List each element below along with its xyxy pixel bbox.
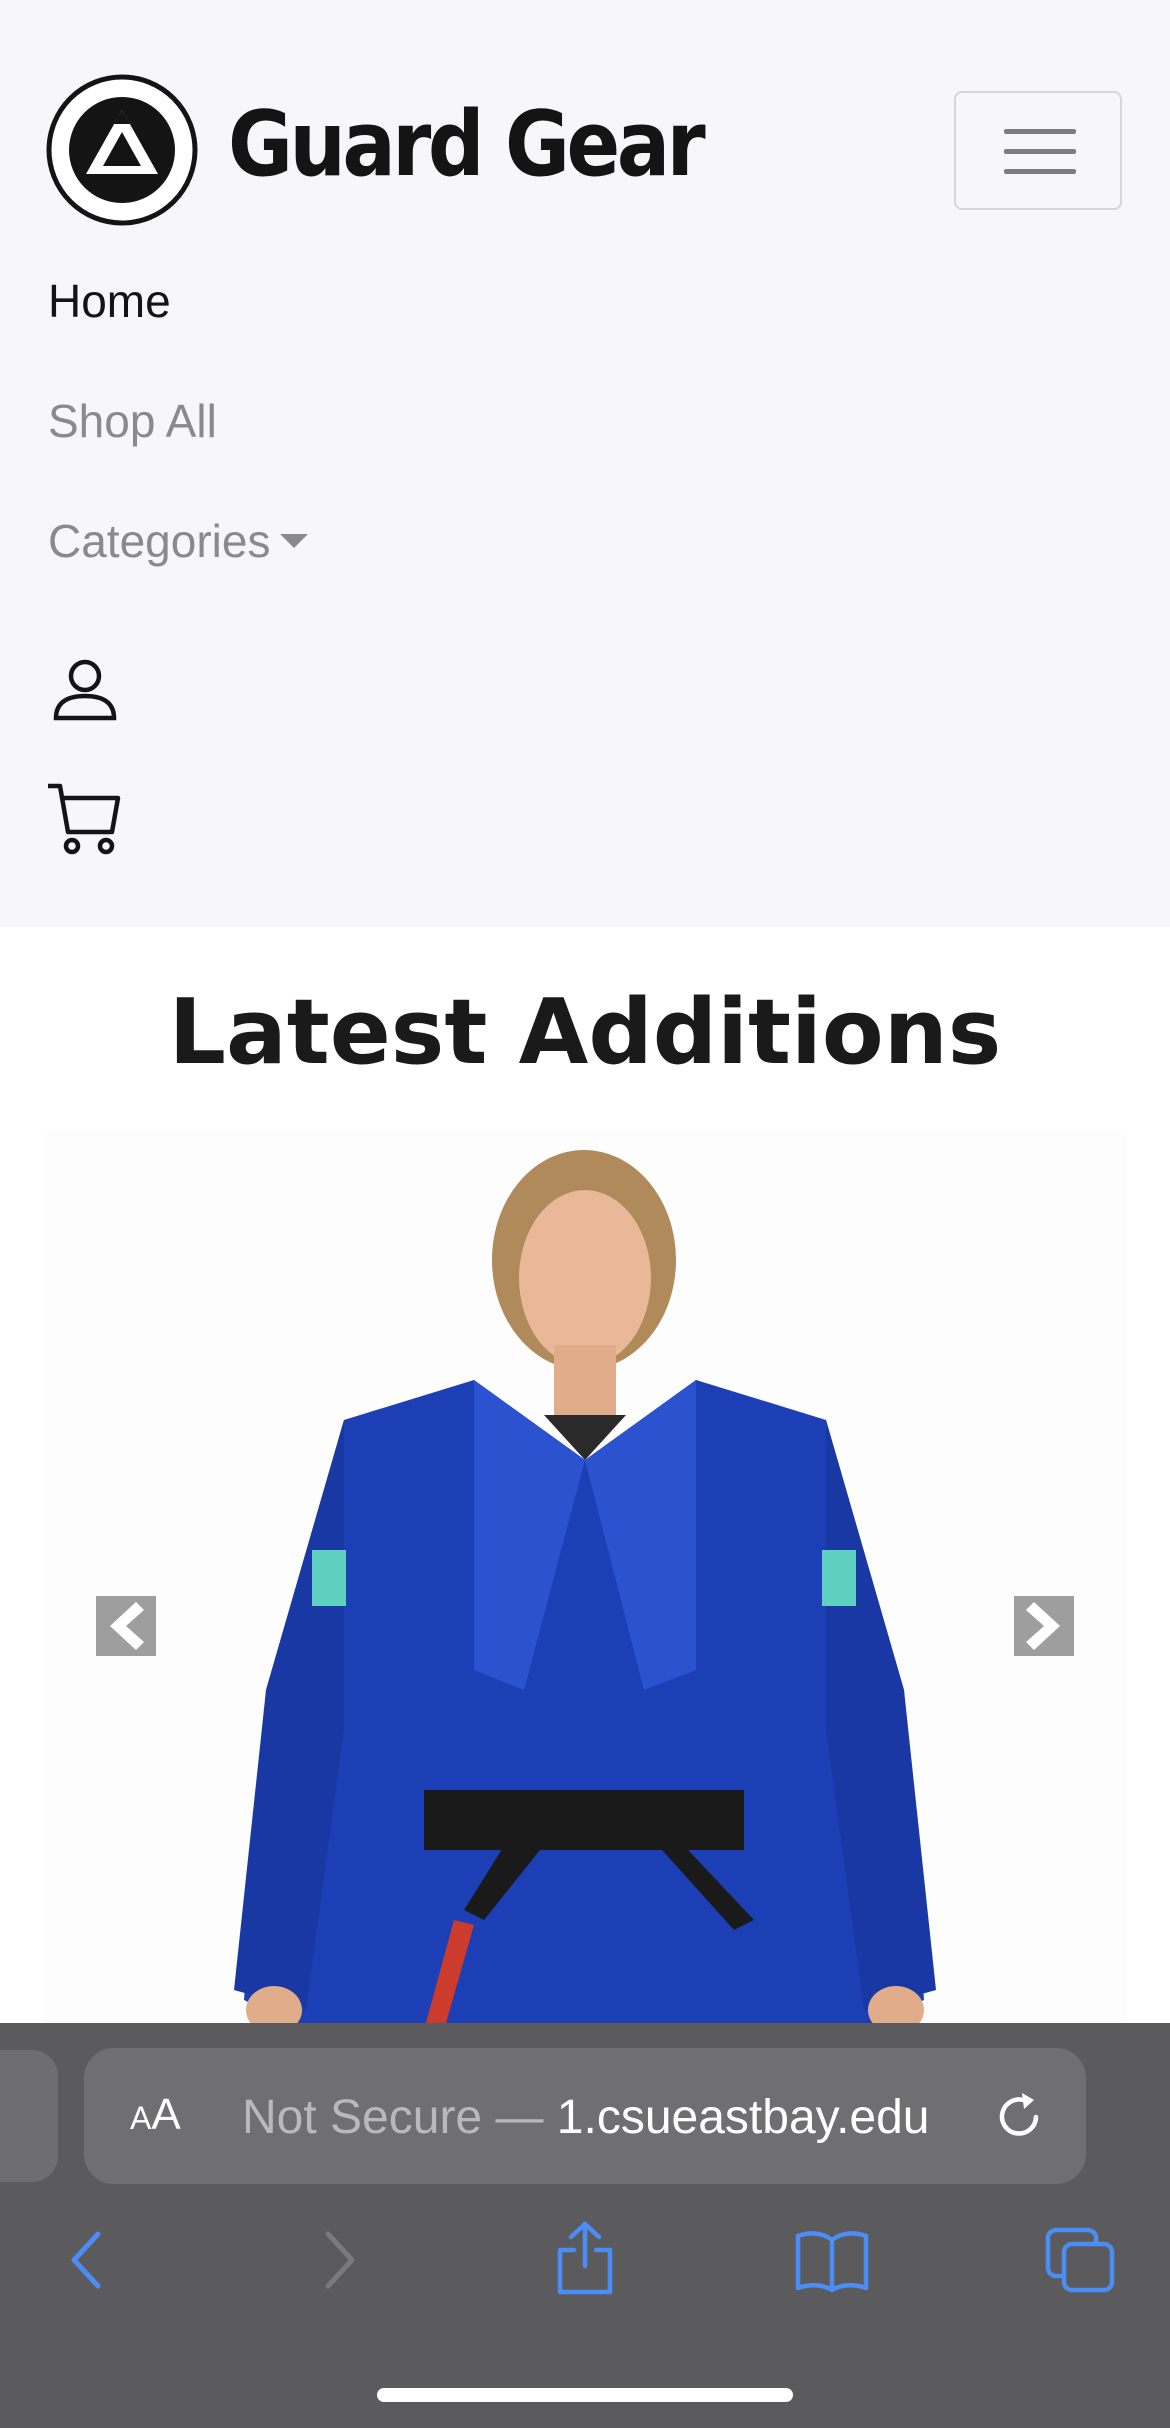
cart-icon[interactable]	[46, 782, 122, 856]
nav-link-shop-all[interactable]: Shop All	[48, 394, 217, 448]
carousel-next-button[interactable]	[1014, 1596, 1074, 1656]
product-carousel[interactable]	[44, 1130, 1126, 2030]
home-indicator[interactable]	[377, 2388, 793, 2402]
url-text[interactable]: Not Secure — 1.csueastbay.edu	[242, 2090, 930, 2145]
tabs-icon[interactable]	[1044, 2226, 1116, 2294]
user-icon[interactable]	[52, 658, 118, 722]
carousel-image[interactable]	[44, 1130, 1126, 2030]
reader-options-button[interactable]: AA	[130, 2090, 181, 2140]
carousel-prev-button[interactable]	[96, 1596, 156, 1656]
url-domain: 1.csueastbay.edu	[556, 2091, 930, 2144]
section-title: Latest Additions	[168, 980, 1002, 1085]
reload-icon[interactable]	[992, 2090, 1046, 2144]
previous-tab-preview[interactable]	[0, 2050, 58, 2182]
chevron-left-icon	[110, 1602, 144, 1650]
chevron-right-icon	[1026, 1602, 1060, 1650]
gracie-fighter-logo[interactable]	[46, 74, 198, 226]
forward-icon[interactable]	[318, 2226, 362, 2294]
not-secure-label: Not Secure —	[242, 2091, 557, 2144]
back-icon[interactable]	[64, 2226, 108, 2294]
categories-label: Categories	[48, 515, 271, 567]
caret-down-icon	[280, 533, 309, 548]
bookmarks-icon[interactable]	[794, 2226, 870, 2294]
nav-dropdown-categories[interactable]: Categories	[48, 514, 309, 568]
share-icon[interactable]	[554, 2220, 616, 2296]
navbar: Guard Gear Home Shop All Categories	[0, 0, 1170, 927]
brand-name[interactable]: Guard Gear	[228, 92, 706, 197]
nav-link-home[interactable]: Home	[48, 274, 171, 328]
navbar-toggler-button[interactable]	[954, 91, 1122, 210]
